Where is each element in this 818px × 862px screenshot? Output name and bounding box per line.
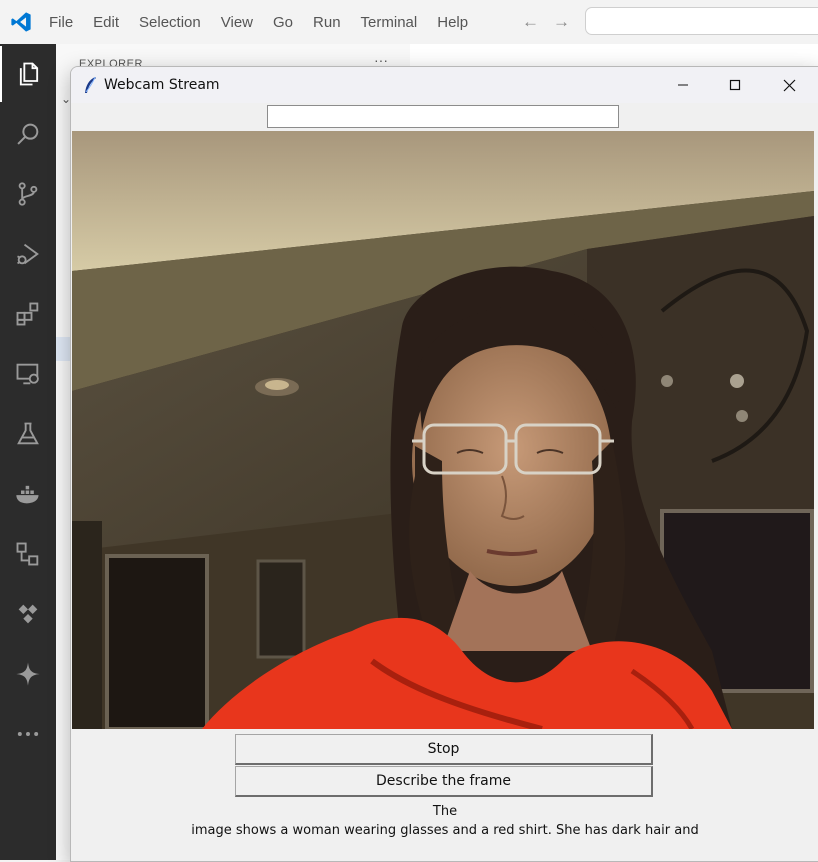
minimize-button[interactable] (657, 67, 709, 103)
stop-button[interactable]: Stop (235, 734, 653, 765)
menu-selection[interactable]: Selection (139, 14, 201, 31)
minimize-icon (678, 84, 688, 86)
description-label-line1: The (432, 804, 458, 819)
azure-icon[interactable] (0, 586, 56, 642)
source-control-icon[interactable] (0, 166, 56, 222)
description-label-line2: image shows a woman wearing glasses and … (191, 823, 699, 838)
extensions-icon[interactable] (0, 286, 56, 342)
menu-help[interactable]: Help (437, 14, 468, 31)
maximize-icon (729, 79, 741, 91)
window-titlebar[interactable]: Webcam Stream (71, 67, 818, 103)
testing-icon[interactable] (0, 406, 56, 462)
activity-bar (0, 44, 56, 860)
remote-explorer-icon[interactable] (0, 346, 56, 402)
webcam-frame-image (72, 131, 814, 729)
menu-bar: File Edit Selection View Go Run Terminal… (49, 0, 488, 44)
describe-frame-button[interactable]: Describe the frame (235, 766, 653, 797)
menu-terminal[interactable]: Terminal (361, 14, 418, 31)
webcam-stream-window: Webcam Stream Stop Describe the frame Th… (70, 66, 818, 862)
maximize-button[interactable] (709, 67, 761, 103)
window-title: Webcam Stream (104, 77, 220, 93)
search-icon[interactable] (0, 106, 56, 162)
menu-run[interactable]: Run (313, 14, 341, 31)
nav-arrows: ←→ (522, 12, 584, 32)
forward-arrow-icon[interactable]: → (553, 12, 584, 31)
files-icon[interactable] (0, 46, 56, 102)
menu-edit[interactable]: Edit (93, 14, 119, 31)
command-center-search[interactable] (585, 7, 818, 35)
docker-icon[interactable] (0, 466, 56, 522)
tk-feather-icon (85, 76, 96, 93)
explorer-selected-row[interactable] (56, 337, 70, 361)
menu-view[interactable]: View (221, 14, 253, 31)
menu-file[interactable]: File (49, 14, 73, 31)
menu-go[interactable]: Go (273, 14, 293, 31)
hierarchy-icon[interactable] (0, 526, 56, 582)
prompt-entry[interactable] (267, 105, 619, 128)
close-icon (783, 79, 795, 91)
vscode-logo-icon (11, 12, 31, 32)
back-arrow-icon[interactable]: ← (522, 12, 553, 31)
vscode-titlebar: File Edit Selection View Go Run Terminal… (0, 0, 818, 45)
sparkle-icon[interactable] (0, 646, 56, 702)
close-button[interactable] (763, 67, 815, 103)
more-icon[interactable] (0, 706, 56, 762)
run-debug-icon[interactable] (0, 226, 56, 282)
